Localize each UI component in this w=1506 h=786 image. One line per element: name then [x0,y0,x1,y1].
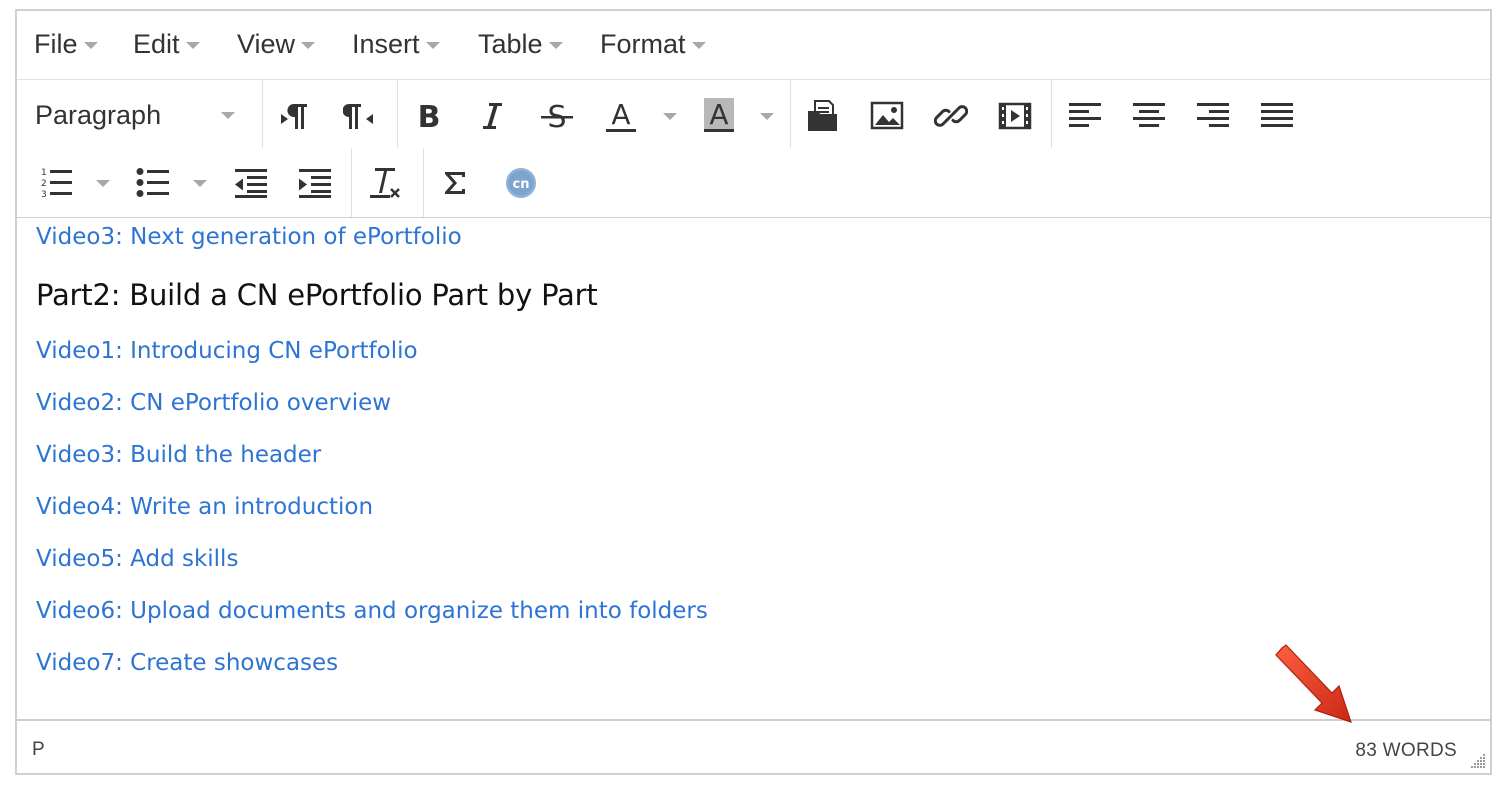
file-manager-button[interactable] [801,94,845,138]
menu-file[interactable]: File [34,29,98,60]
align-left-button[interactable] [1063,94,1107,138]
strikethrough-icon: S [541,100,573,132]
svg-text:B: B [418,100,441,132]
content-link[interactable]: Video1: Introducing CN ePortfolio [36,338,418,364]
toolbar-separator [262,80,263,148]
resize-handle-icon[interactable] [1468,751,1486,769]
annotation-arrow-icon [1275,644,1352,723]
menu-table[interactable]: Table [478,29,563,60]
svg-text:cn: cn [513,177,530,192]
background-color-icon: A [704,98,734,132]
toolbar-separator [397,80,398,148]
align-center-button[interactable] [1127,94,1171,138]
content-link[interactable]: Video3: Next generation of ePortfolio [36,224,462,250]
sigma-icon [445,172,465,194]
block-format-select[interactable]: Paragraph [33,98,245,138]
chevron-down-icon [301,42,316,49]
menubar: File Edit View Insert Table Format [17,11,1490,80]
clear-formatting-icon [370,168,400,198]
svg-text:A: A [709,98,728,131]
bullet-list-dropdown[interactable] [193,180,207,187]
chevron-down-icon [548,42,563,49]
link-icon [934,105,968,127]
chevron-down-icon [425,42,440,49]
outdent-icon [235,169,267,198]
cn-icon: cn [506,168,536,198]
content-link[interactable]: Video3: Build the header [36,442,321,468]
background-color-button[interactable]: A [697,94,741,138]
bold-icon: B [418,100,441,132]
italic-icon [483,103,502,129]
toolbar-separator [790,80,791,148]
file-manager-icon [808,100,837,131]
toolbar-separator [351,148,352,217]
strikethrough-button[interactable]: S [535,94,579,138]
image-icon [870,101,904,130]
menu-insert-label: Insert [352,29,420,59]
align-right-icon [1197,103,1229,127]
content-link[interactable]: Video6: Upload documents and organize th… [36,598,708,624]
align-justify-icon [1261,103,1293,127]
ltr-icon [281,104,307,129]
menu-edit[interactable]: Edit [133,29,200,60]
content-link[interactable]: Video4: Write an introduction [36,494,373,520]
media-button[interactable] [993,94,1037,138]
outdent-button[interactable] [229,161,273,205]
rtl-button[interactable] [337,94,381,138]
indent-button[interactable] [293,161,337,205]
chevron-down-icon [185,42,200,49]
text-color-dropdown[interactable] [663,113,677,120]
cn-button[interactable]: cn [499,161,543,205]
toolbar-separator [1051,80,1052,148]
svg-text:2: 2 [41,179,47,189]
text-color-icon: A [606,98,636,132]
align-justify-button[interactable] [1255,94,1299,138]
align-center-icon [1133,103,1165,127]
chevron-down-icon [83,42,98,49]
link-button[interactable] [929,94,973,138]
svg-text:1: 1 [41,168,47,178]
content-link[interactable]: Video2: CN ePortfolio overview [36,390,391,416]
content-link[interactable]: Video5: Add skills [36,546,238,572]
bullet-list-icon [136,168,169,197]
ltr-button[interactable] [273,94,317,138]
indent-icon [299,169,331,198]
toolbar-separator [423,148,424,217]
numbered-list-button[interactable]: 123 [35,161,79,205]
background-color-dropdown[interactable] [760,113,774,120]
svg-text:A: A [611,98,630,131]
menu-format[interactable]: Format [600,29,706,60]
menu-format-label: Format [600,29,686,59]
toolbar-row-1: Paragraph B A A [17,80,1490,148]
rtl-icon [343,104,373,129]
equation-button[interactable] [433,161,477,205]
toolbar-row-2: 123 cn [17,148,1490,218]
media-icon [998,102,1032,130]
bold-button[interactable]: B [407,94,451,138]
align-right-button[interactable] [1191,94,1235,138]
menu-edit-label: Edit [133,29,180,59]
element-path[interactable]: P [32,739,45,761]
chevron-down-icon [691,42,706,49]
content-heading: Part2: Build a CN ePortfolio Part by Par… [36,278,598,312]
menu-file-label: File [34,29,78,59]
clear-formatting-button[interactable] [363,161,407,205]
menu-insert[interactable]: Insert [352,29,440,60]
svg-text:3: 3 [41,190,47,200]
italic-button[interactable] [471,94,515,138]
block-format-label: Paragraph [35,100,162,130]
menu-table-label: Table [478,29,543,59]
numbered-list-dropdown[interactable] [96,180,110,187]
image-button[interactable] [865,94,909,138]
word-count: 83 WORDS [1355,740,1457,761]
align-left-icon [1069,103,1101,127]
bullet-list-button[interactable] [131,161,175,205]
menu-view-label: View [237,29,296,59]
text-color-button[interactable]: A [599,94,643,138]
chevron-down-icon [221,112,235,119]
content-link[interactable]: Video7: Create showcases [36,650,338,676]
menu-view[interactable]: View [237,29,316,60]
numbered-list-icon: 123 [41,168,72,200]
